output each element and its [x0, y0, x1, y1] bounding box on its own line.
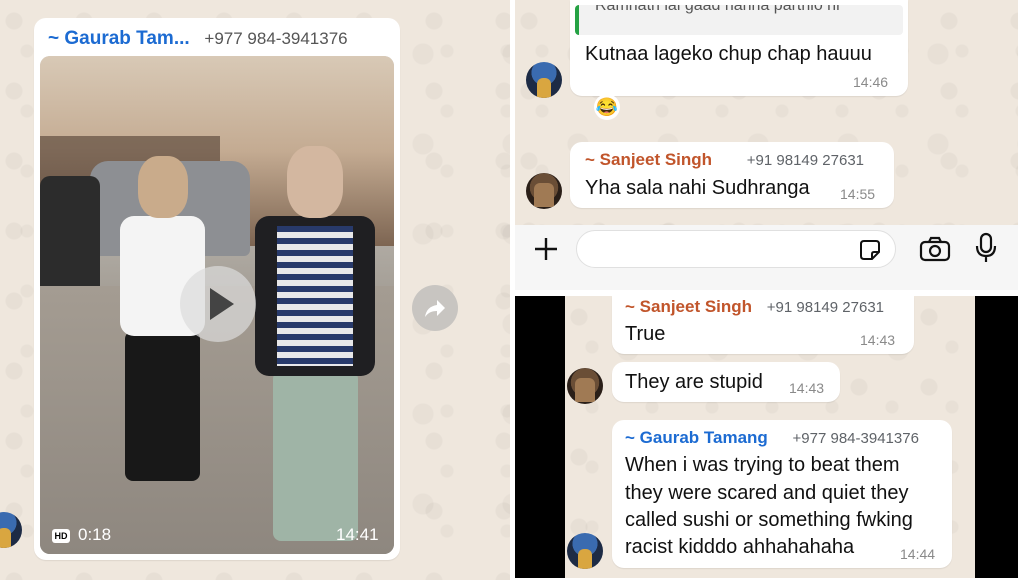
sender-name[interactable]: ~ Sanjeet Singh	[625, 297, 752, 316]
message-time: 14:43	[860, 332, 896, 348]
sender-name[interactable]: ~ Gaurab Tam...	[48, 28, 190, 49]
message-text: Yha sala nahi Sudhranga	[585, 177, 810, 199]
message-text: They are stupid	[625, 371, 763, 393]
sender-phone: +91 98149 27631	[746, 152, 864, 169]
reply-quote[interactable]: Ramnath lai gaad hanna parthio ni	[575, 5, 903, 35]
sender-phone: +977 984-3941376	[204, 29, 348, 48]
message-time: 14:44	[900, 546, 936, 562]
sender-phone: +91 98149 27631	[766, 299, 884, 316]
message-input[interactable]	[576, 230, 896, 268]
camera-icon[interactable]	[919, 236, 951, 262]
message-text-line: When i was trying to beat them	[625, 454, 900, 476]
sender-line: ~ Gaurab Tamang +977 984-3941376	[625, 428, 919, 448]
sticker-icon[interactable]	[858, 238, 882, 262]
sender-line: ~ Sanjeet Singh +91 98149 27631	[585, 150, 864, 170]
message-time: 14:55	[840, 186, 876, 202]
forward-icon[interactable]	[412, 285, 458, 331]
person-right	[255, 146, 375, 546]
avatar[interactable]	[567, 368, 603, 404]
message-time: 14:41	[336, 525, 379, 544]
avatar[interactable]	[0, 512, 22, 548]
sender-name[interactable]: ~ Sanjeet Singh	[585, 150, 712, 169]
plus-icon[interactable]	[533, 236, 559, 262]
message-text: True	[625, 323, 666, 345]
laugh-reaction[interactable]: 😂	[594, 94, 620, 120]
microphone-icon[interactable]	[975, 232, 997, 264]
video-duration: 0:18	[78, 525, 112, 544]
sender-name[interactable]: ~ Gaurab Tamang	[625, 428, 768, 447]
message-time: 14:43	[789, 380, 825, 396]
message-text: Kutnaa lageko chup chap hauuu	[585, 43, 872, 65]
message-text-line: called sushi or something fwking	[625, 509, 913, 531]
sender-line: ~ Sanjeet Singh +91 98149 27631	[625, 297, 884, 317]
sender-phone: +977 984-3941376	[792, 430, 919, 447]
video-sender-line: ~ Gaurab Tam... +977 984-3941376	[48, 28, 348, 50]
avatar[interactable]	[526, 173, 562, 209]
left-chat-panel: ~ Gaurab Tam... +977 984-3941376 HD 0:18…	[0, 0, 510, 580]
message-text-line: racist kidddo ahhahahaha	[625, 536, 855, 558]
reply-quote-text: Ramnath lai gaad hanna parthio ni	[595, 5, 840, 14]
message-text-line: they were scared and quiet they	[625, 482, 909, 504]
avatar[interactable]	[526, 62, 562, 98]
hd-badge: HD	[52, 529, 70, 543]
avatar[interactable]	[567, 533, 603, 569]
play-icon[interactable]	[180, 266, 256, 342]
message-time: 14:46	[853, 74, 889, 90]
